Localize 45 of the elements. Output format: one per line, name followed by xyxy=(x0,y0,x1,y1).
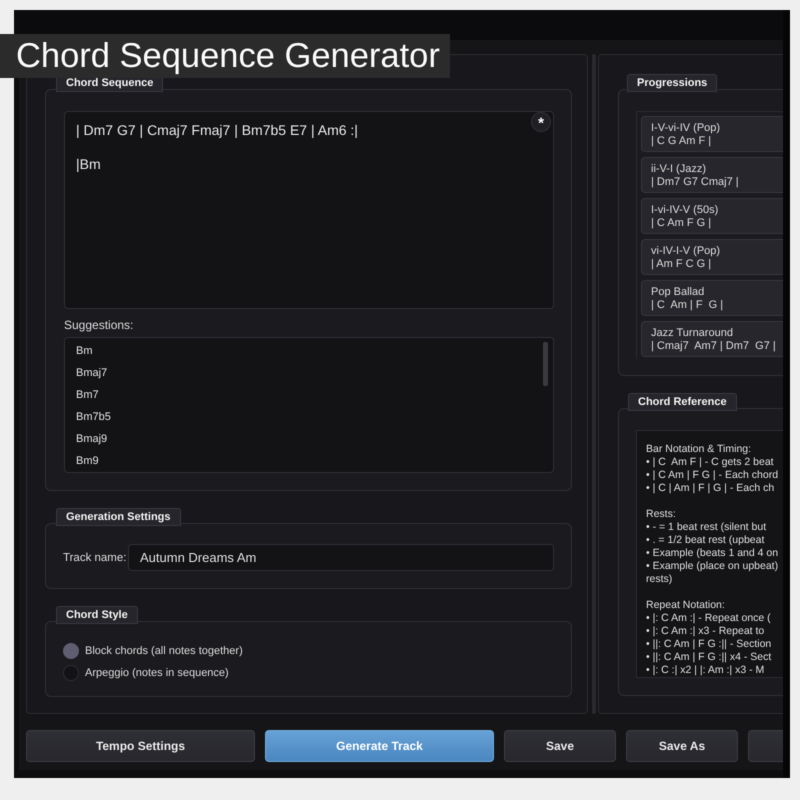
action-button[interactable]: Tempo Settings xyxy=(26,730,255,762)
suggestion-item[interactable]: Bm7b5 xyxy=(65,406,543,428)
group-title: Generation Settings xyxy=(56,508,181,526)
group-title: Chord Style xyxy=(56,606,138,624)
reference-line: rests) xyxy=(646,573,674,586)
progression-card[interactable]: vi-IV-I-V (Pop) | Am F C G | xyxy=(641,239,783,275)
suggestions-label: Suggestions: xyxy=(64,318,134,332)
reference-line: • ||: C Am | F G :|| x4 - Sect xyxy=(646,651,772,664)
radio-button[interactable] xyxy=(63,643,79,659)
reference-line: • |: C Am :| - Repeat once ( xyxy=(646,612,772,625)
progression-card[interactable]: I-vi-IV-V (50s) | C Am F G | xyxy=(641,198,783,234)
action-button[interactable]: Save xyxy=(504,730,616,762)
suggestion-item[interactable]: Bm9 xyxy=(65,450,543,472)
reference-heading: Bar Notation & Timing: xyxy=(646,443,752,456)
reference-line: • . = 1/2 beat rest (upbeat xyxy=(646,534,766,547)
reference-heading: Rests: xyxy=(646,508,677,521)
action-button[interactable]: Save As xyxy=(626,730,738,762)
progression-card[interactable]: ii-V-I (Jazz) | Dm7 G7 Cmaj7 | xyxy=(641,157,783,193)
reference-line: • | C Am F | - C gets 2 beat xyxy=(646,456,775,469)
reference-line: • Example (beats 1 and 4 on xyxy=(646,547,780,560)
suggestion-item[interactable]: Bm xyxy=(65,340,543,362)
suggestion-item[interactable]: Bmaj7 xyxy=(65,362,543,384)
group-title: Progressions xyxy=(627,74,718,92)
reference-heading: Repeat Notation: xyxy=(646,599,726,612)
progression-card[interactable]: Pop Ballad | C Am | F G | xyxy=(641,280,783,316)
reference-line: • | C Am | F G | - Each chord xyxy=(646,469,780,482)
radio-label: Block chords (all notes together) xyxy=(85,645,243,657)
scrollbar-thumb[interactable] xyxy=(543,342,548,386)
button[interactable] xyxy=(748,730,783,762)
progression-card[interactable]: I-V-vi-IV (Pop) | C G Am F | xyxy=(641,116,783,152)
reference-line: • |: C Am :| x3 - Repeat to xyxy=(646,625,766,638)
radio-label: Arpeggio (notes in sequence) xyxy=(85,667,229,679)
suggestion-item[interactable]: Bm7 xyxy=(65,384,543,406)
reference-line: • ||: C Am | F G :|| - Section xyxy=(646,638,772,651)
reference-line: • | C | Am | F | G | - Each ch xyxy=(646,482,776,495)
title-banner: Chord Sequence Generator xyxy=(0,34,450,78)
track-name-input[interactable]: Autumn Dreams Am xyxy=(128,544,554,571)
reference-line: • - = 1 beat rest (silent but xyxy=(646,521,768,534)
track-name-label: Track name: xyxy=(63,552,128,564)
radio-button[interactable] xyxy=(63,665,79,681)
reference-line: • |: C :| x2 | |: Am :| x3 - M xyxy=(646,664,766,677)
reference-line: • Example (place on upbeat) xyxy=(646,560,780,573)
progression-card[interactable]: Jazz Turnaround | Cmaj7 Am7 | Dm7 G7 | xyxy=(641,321,783,357)
suggestion-item[interactable]: Bmaj9 xyxy=(65,428,543,450)
group-title: Chord Reference xyxy=(628,393,737,411)
